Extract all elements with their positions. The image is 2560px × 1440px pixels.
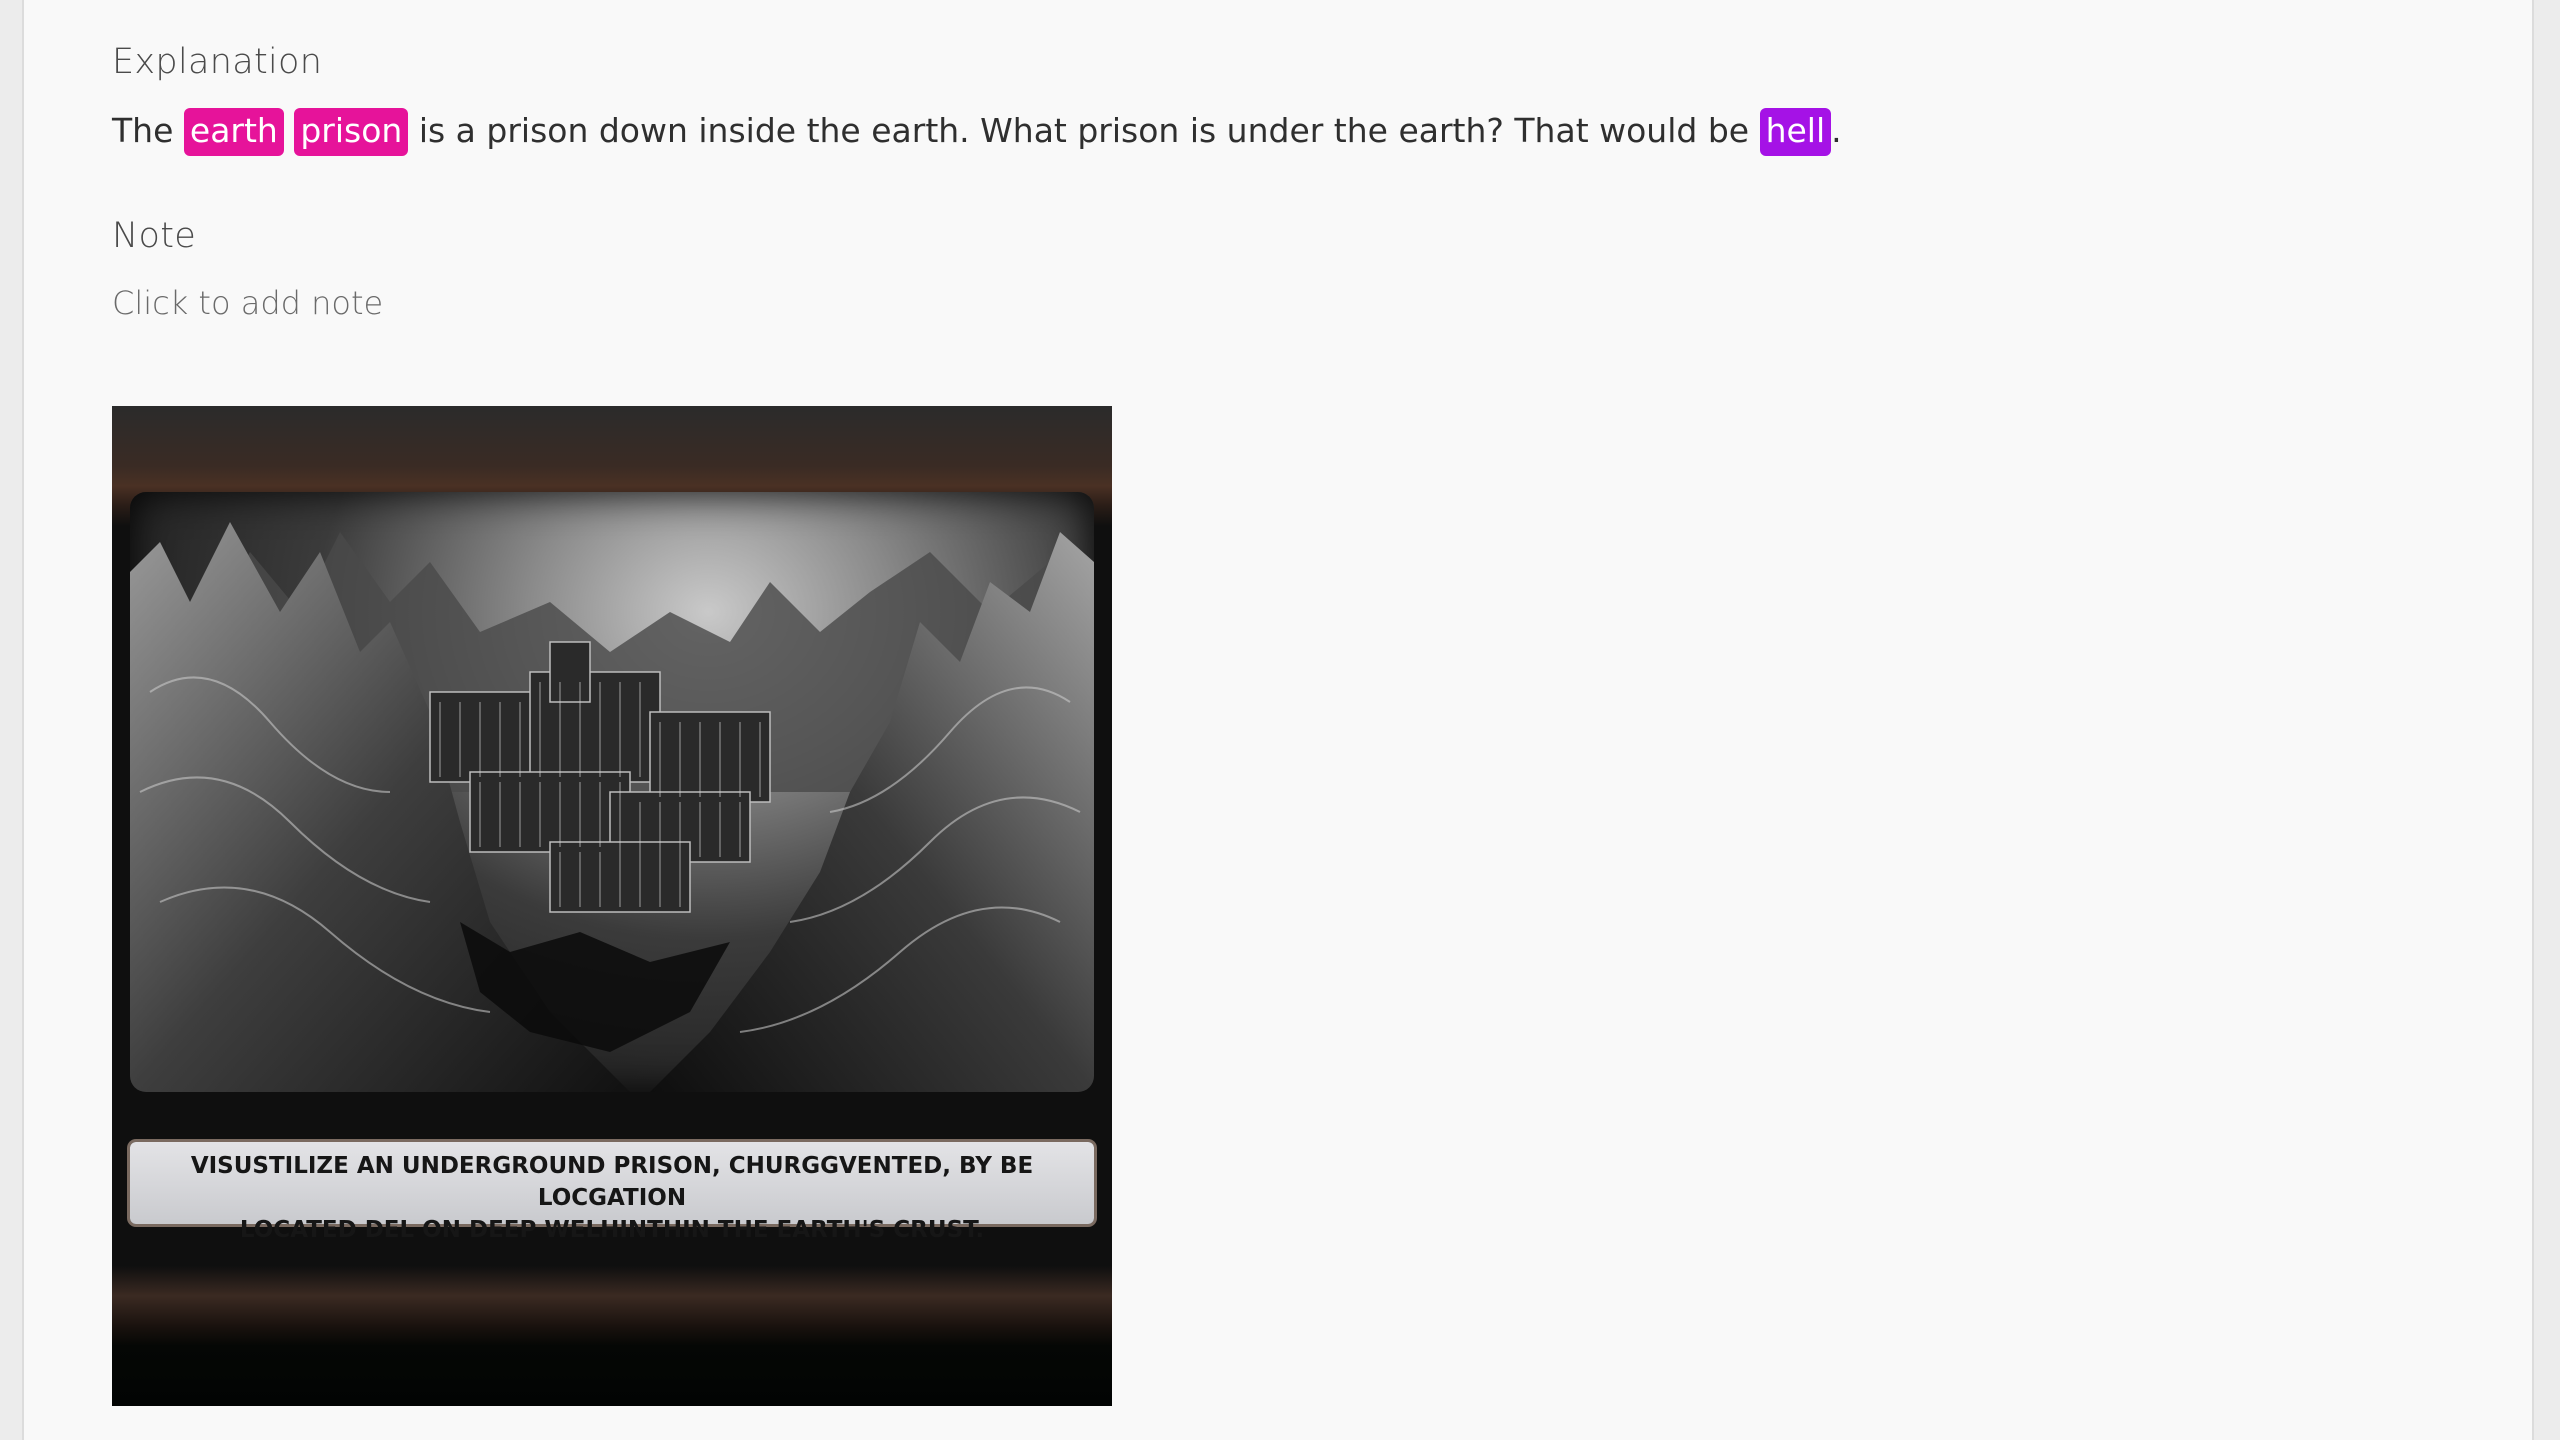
explanation-heading: Explanation [112,42,323,82]
answer-tag-hell[interactable]: hell [1759,108,1832,156]
page-panel: Explanation The earth prison is a prison… [22,0,2534,1440]
image-scene [130,492,1094,1092]
explanation-text: The earth prison is a prison down inside… [112,106,1842,156]
note-heading: Note [112,216,197,256]
add-note-field[interactable]: Click to add note [112,284,383,322]
underground-prison-scene [130,522,1094,1092]
illustration-image: VISUSTILIZE AN UNDERGROUND PRISON, CHURG… [112,406,1112,1406]
explanation-prefix: The [112,111,174,150]
keyword-tag-earth[interactable]: earth [183,108,284,156]
keyword-tag-prison[interactable]: prison [294,108,409,156]
explanation-middle: is a prison down inside the earth. What … [418,111,1750,150]
explanation-suffix: . [1831,111,1842,150]
image-caption: VISUSTILIZE AN UNDERGROUND PRISON, CHURG… [130,1142,1094,1243]
